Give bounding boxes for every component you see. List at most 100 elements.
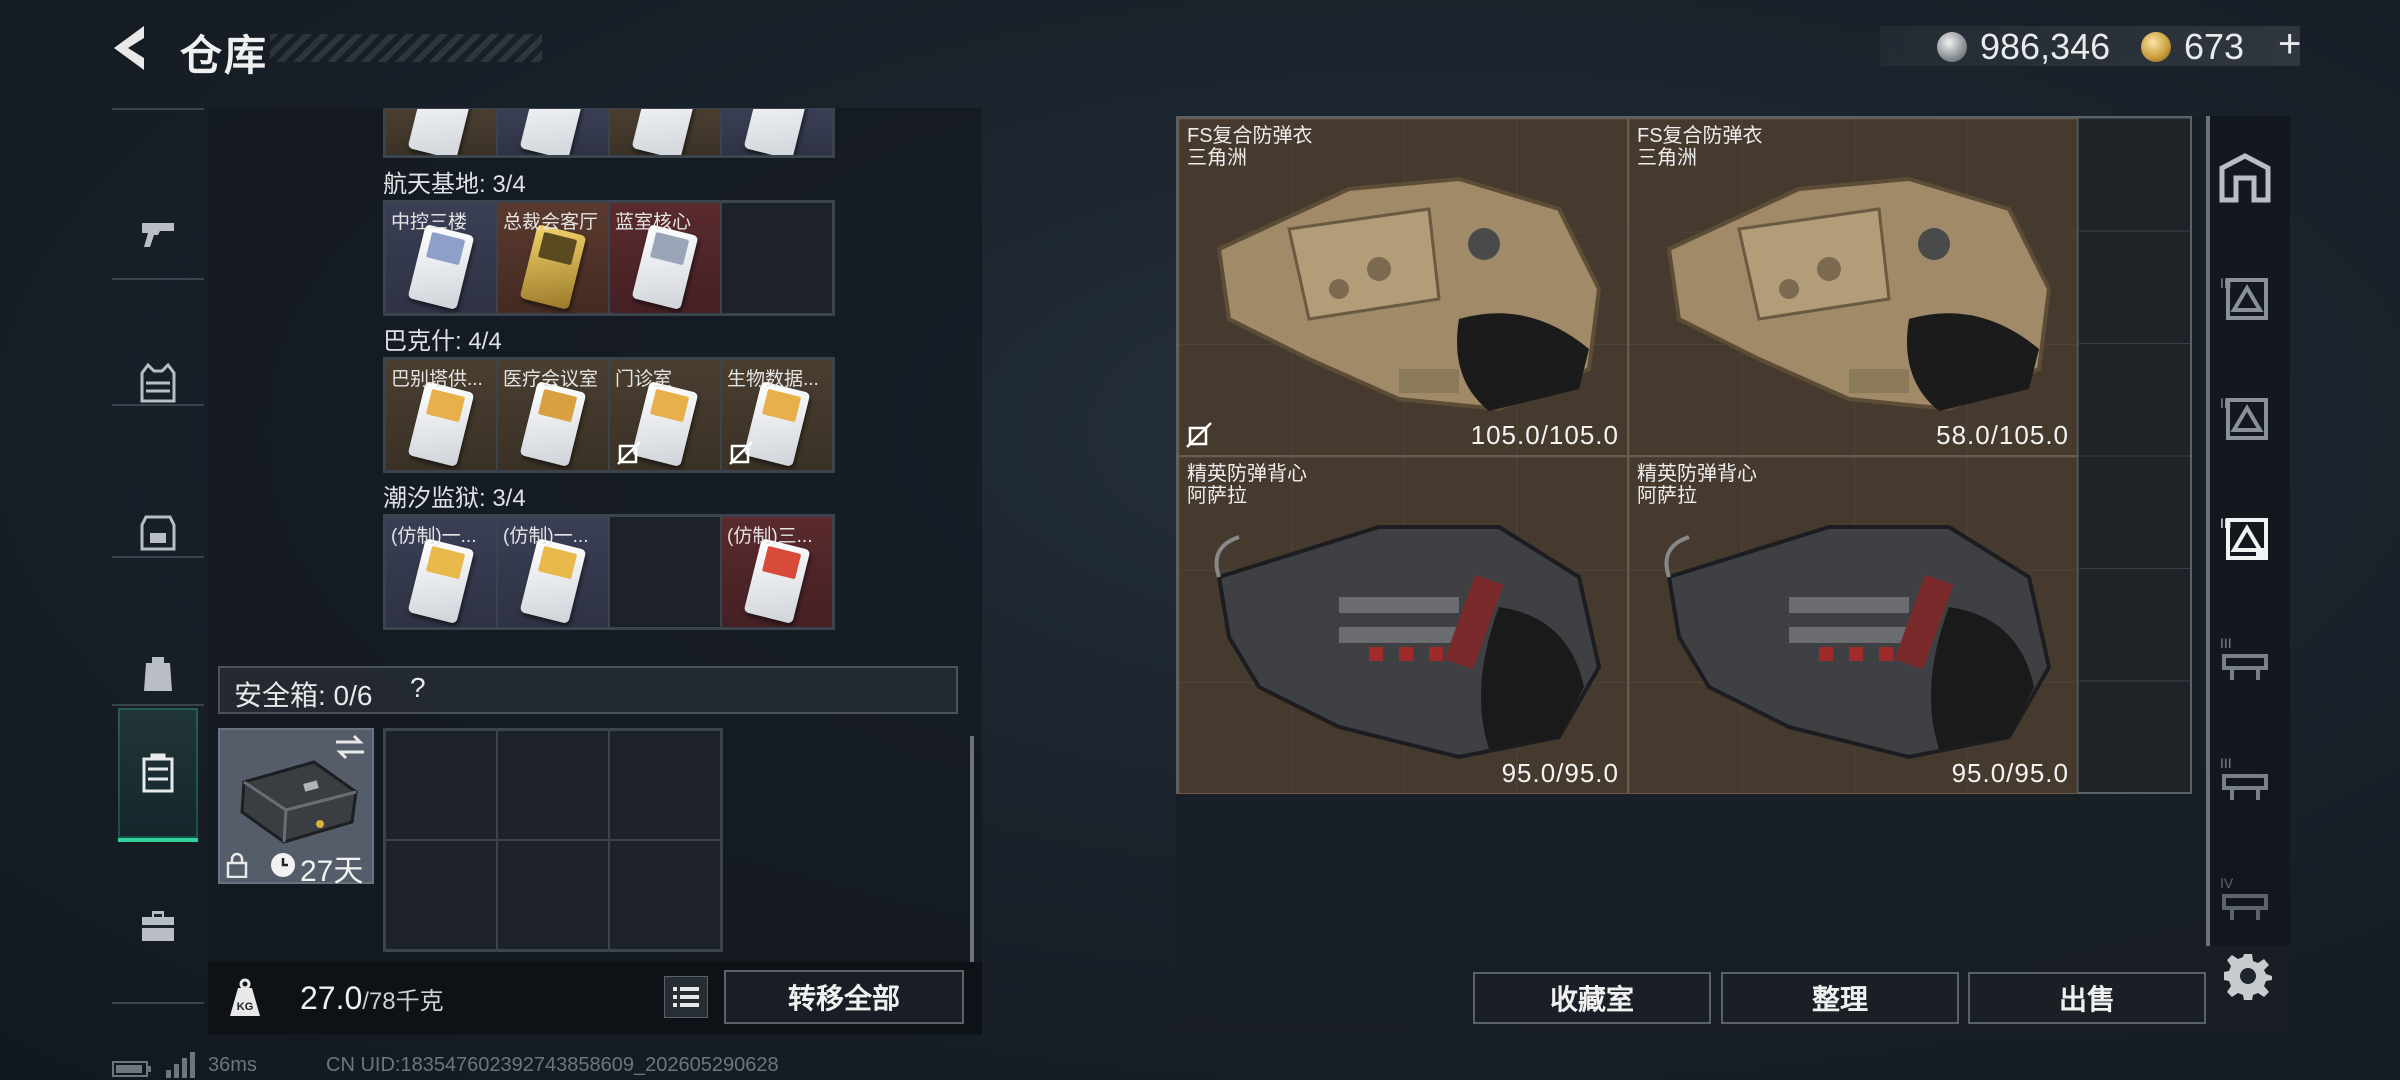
keycard-cell[interactable]: 医疗会议室 — [497, 359, 609, 471]
nav-chest-rig[interactable] — [118, 466, 198, 596]
transfer-all-button[interactable]: 转移全部 — [724, 970, 964, 1024]
safe-box-grid — [383, 728, 723, 952]
nav-toolbox[interactable] — [118, 860, 198, 990]
nav-safe-box[interactable] — [118, 708, 198, 842]
safe-box-days-left: 27天 — [300, 855, 364, 888]
svg-text:IV: IV — [2220, 875, 2234, 891]
filter-rig-tier-iv[interactable]: IV — [2214, 868, 2276, 930]
weight-max: /78千克 — [362, 988, 444, 1015]
silver-coin-icon — [1937, 32, 1967, 62]
filter-armor-tier[interactable]: II — [2214, 388, 2276, 450]
empty-slot — [385, 840, 497, 950]
keycard-name: 医疗会议室 — [503, 369, 599, 390]
stash-item-armor[interactable]: FS复合防弹衣 三角洲 58.0/105.0 — [1628, 118, 2078, 456]
sell-button[interactable]: 出售 — [1968, 972, 2206, 1024]
item-durability: 95.0/95.0 — [1951, 758, 2069, 788]
swap-icon[interactable] — [334, 734, 366, 760]
item-durability: 58.0/105.0 — [1936, 420, 2069, 450]
tan-armor-vest-image — [1666, 176, 2052, 412]
unlinked-icon — [1186, 422, 1212, 448]
keycard-group-label: 航天基地: 3/4 — [383, 171, 526, 198]
pistol-icon — [142, 223, 174, 247]
filter-armor-tier[interactable]: III — [2214, 268, 2276, 330]
keycard-grid: (仿制)一... (仿制)一... (仿制)三... — [383, 514, 835, 630]
rig-tier-icon: III — [2220, 635, 2268, 680]
keycard-name: (仿制)一... — [503, 526, 589, 547]
svg-text:III: III — [2220, 635, 2232, 651]
item-durability: 95.0/95.0 — [1501, 758, 1619, 788]
empty-slot — [497, 730, 609, 840]
chest-rig-icon — [140, 515, 176, 551]
gold-amount: 673 — [2184, 26, 2245, 67]
help-icon[interactable]: ? — [410, 672, 426, 704]
keycard-cell[interactable] — [385, 108, 497, 156]
stash-item-armor[interactable]: FS复合防弹衣 三角洲 105.0/105.0 — [1178, 118, 1628, 456]
item-durability: 105.0/105.0 — [1470, 420, 1619, 450]
svg-text:III: III — [2220, 515, 2232, 531]
left-category-nav — [112, 108, 204, 1008]
keycard-cell[interactable] — [721, 108, 833, 156]
black-armor-vest-image — [1214, 525, 1602, 760]
keycard-cell[interactable] — [497, 108, 609, 156]
back-arrow-icon[interactable] — [108, 22, 152, 74]
keycard-name: (仿制)一... — [391, 526, 477, 547]
svg-text:II: II — [2220, 395, 2228, 411]
sort-button[interactable]: 整理 — [1721, 972, 1959, 1024]
ping-readout: 36ms — [208, 1054, 257, 1076]
empty-slot — [609, 730, 721, 840]
nav-divider — [112, 704, 204, 706]
page-title: 仓库 — [180, 32, 269, 79]
keycard-cell[interactable]: 巴别塔供... — [385, 359, 497, 471]
keycard-cell[interactable]: 蓝室核心 — [609, 202, 721, 314]
filter-rig-tier[interactable]: III — [2214, 628, 2276, 690]
battery-icon — [112, 1061, 151, 1077]
signal-icon — [166, 1052, 195, 1078]
nav-divider — [112, 404, 204, 406]
nav-divider — [112, 556, 204, 558]
safe-box-icon — [142, 753, 174, 793]
armor-tier-icon: II — [2220, 395, 2268, 440]
keycard-name: 总裁会客厅 — [503, 212, 599, 233]
keycard-name: 中控三楼 — [391, 212, 468, 233]
left-panel-scrollbar[interactable] — [970, 736, 974, 962]
keycard-grid: 中控三楼 总裁会客厅 蓝室核心 — [383, 200, 835, 316]
svg-text:III: III — [2220, 275, 2232, 291]
keycard-cell[interactable]: (仿制)一... — [385, 516, 497, 628]
keycard-cell[interactable]: 总裁会客厅 — [497, 202, 609, 314]
user-uid: CN UID:18354760239274385860​9_2026052906… — [326, 1054, 779, 1076]
weight-value: 27.0 — [300, 980, 363, 1016]
keycard-cell[interactable]: (仿制)一... — [497, 516, 609, 628]
stash-item-armor[interactable]: 精英防弹背心 阿萨拉 95.0/95.0 — [1628, 456, 2078, 794]
black-armor-vest-image — [1664, 525, 2052, 760]
gear-icon[interactable] — [2224, 952, 2272, 1000]
toolbox-icon — [142, 911, 174, 941]
title-decoration — [270, 34, 542, 62]
nav-armor[interactable] — [118, 318, 198, 448]
add-currency-button[interactable]: + — [2278, 22, 2301, 67]
keycard-cell[interactable] — [609, 108, 721, 156]
keycard-group-label: 巴克什: 4/4 — [383, 328, 502, 355]
filter-rig-tier[interactable]: III — [2214, 748, 2276, 810]
unlinked-icon — [617, 441, 641, 465]
svg-text:III: III — [2220, 755, 2232, 771]
item-name: 精英防弹背心 阿萨拉 — [1187, 463, 1307, 507]
svg-text:KG: KG — [237, 1001, 254, 1013]
keycard-cell[interactable]: (仿制)三... — [721, 516, 833, 628]
weight-kg-icon: KG — [230, 978, 260, 1016]
home-icon — [2219, 153, 2271, 203]
stash-item-armor[interactable]: 精英防弹背心 阿萨拉 95.0/95.0 — [1178, 456, 1628, 794]
keycard-cell[interactable]: 中控三楼 — [385, 202, 497, 314]
tan-armor-vest-image — [1216, 176, 1602, 412]
lock-icon — [226, 852, 248, 878]
list-view-button[interactable] — [664, 976, 708, 1018]
keycard-cell[interactable]: 门诊室 — [609, 359, 721, 471]
filter-all[interactable] — [2214, 148, 2276, 210]
filter-armor-tier-active[interactable]: III — [2214, 508, 2276, 570]
nav-divider — [112, 278, 204, 280]
keycard-cell[interactable]: 生物数据... — [721, 359, 833, 471]
item-name: FS复合防弹衣 三角洲 — [1187, 125, 1313, 169]
safe-case-icon — [240, 760, 358, 844]
collection-room-button[interactable]: 收藏室 — [1473, 972, 1711, 1024]
keycard-name: 巴别塔供... — [391, 369, 483, 390]
empty-slot — [609, 516, 721, 628]
